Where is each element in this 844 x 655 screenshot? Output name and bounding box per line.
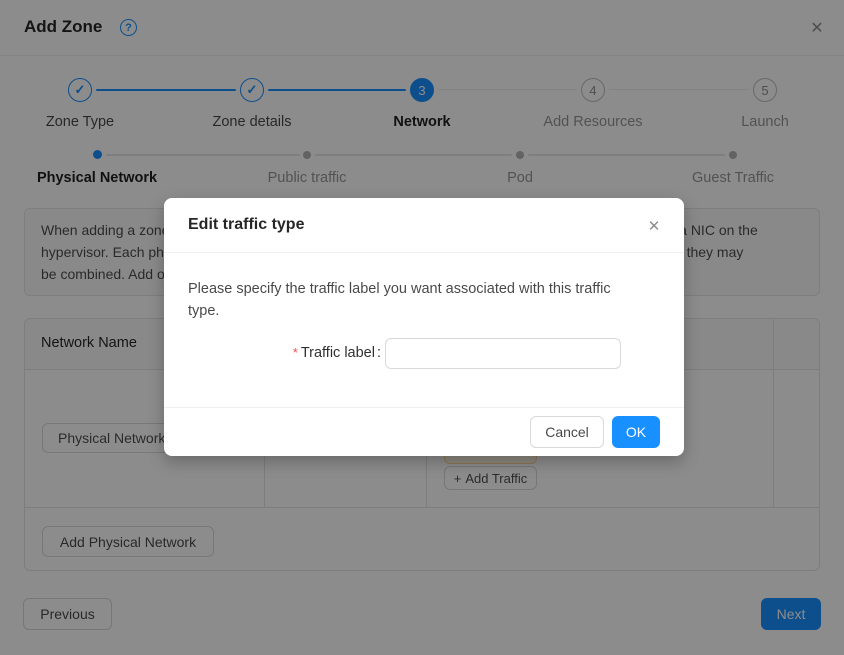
- modal-close-icon[interactable]: ✕: [644, 216, 664, 236]
- modal-title: Edit traffic type: [188, 216, 304, 234]
- edit-traffic-type-modal: Edit traffic type ✕ Please specify the t…: [164, 198, 684, 456]
- required-asterisk: *: [293, 345, 298, 360]
- add-zone-wizard: Add Zone ? ✕ ✓ ✓ 3 4 5 Zone Type Zone de…: [0, 0, 844, 655]
- ok-button[interactable]: OK: [612, 416, 660, 448]
- traffic-label-input[interactable]: [385, 338, 621, 369]
- modal-header: Edit traffic type ✕: [164, 198, 684, 253]
- traffic-label-form-label: *Traffic label:: [188, 345, 381, 361]
- cancel-button[interactable]: Cancel: [530, 416, 604, 448]
- traffic-label-text: Traffic label: [301, 345, 375, 361]
- modal-footer-divider: [164, 407, 684, 408]
- label-colon: :: [377, 345, 381, 361]
- modal-description: Please specify the traffic label you wan…: [188, 278, 660, 322]
